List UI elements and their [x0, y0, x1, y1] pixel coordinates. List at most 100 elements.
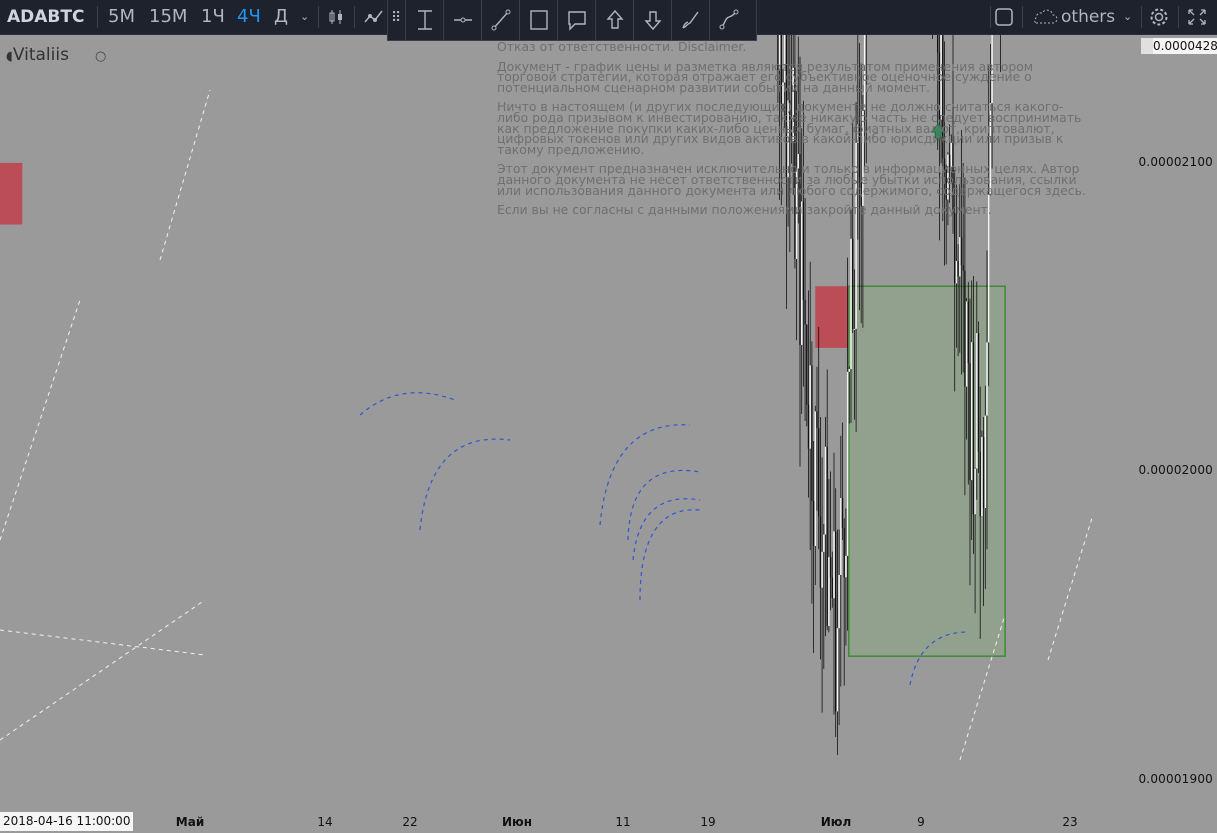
candle-body: [986, 342, 988, 416]
disclaimer-paragraph: Этот документ предназначен исключительно…: [497, 161, 1086, 198]
projection-arc: [627, 469, 701, 541]
projection-line: [0, 629, 206, 656]
time-tick-label: Май: [175, 815, 205, 829]
gear-icon[interactable]: [1148, 0, 1170, 34]
horizontal-line-tool-icon[interactable]: [443, 0, 482, 40]
candle-body: [964, 270, 966, 387]
author-icon: ◖: [6, 49, 13, 64]
candle-body: [840, 498, 842, 575]
candle-body: [833, 531, 835, 599]
candle-body: [838, 574, 840, 629]
price-axis[interactable]: 0.000019000.000020000.000021000.00002200…: [1128, 34, 1217, 810]
zone-red: [0, 162, 23, 225]
time-tick-label: 9: [917, 815, 925, 829]
candle-body: [853, 328, 856, 330]
projection-arc: [639, 509, 701, 601]
drawing-toolbar: ⠿: [387, 0, 757, 41]
rectangle-tool-icon[interactable]: [519, 0, 558, 40]
time-tick-label: Июл: [820, 815, 852, 829]
disclaimer-paragraph: Ничто в настоящем (и других последующих)…: [497, 99, 1082, 157]
candle-body: [982, 437, 985, 509]
candle-body: [804, 299, 806, 325]
author-label: Vitaliis: [12, 45, 69, 65]
candle-body: [850, 238, 852, 370]
candle-body: [821, 551, 823, 588]
drag-handle-icon[interactable]: ⠿: [391, 10, 401, 26]
candle-body: [981, 437, 983, 517]
projection-line: [159, 89, 211, 261]
time-cursor-label: 2018-04-16 11:00:00: [0, 812, 134, 831]
candle-body: [843, 528, 845, 578]
candle-body: [977, 333, 980, 452]
fullscreen-toggle-icon[interactable]: [994, 0, 1014, 34]
price-tick-label: 0.00001900: [1138, 771, 1213, 786]
chevron-down-icon[interactable]: ⌄: [300, 0, 309, 34]
candle-body: [807, 404, 810, 449]
time-tick-label: 23: [1062, 815, 1078, 829]
candle-body: [826, 446, 828, 626]
divider: [1022, 6, 1023, 28]
candle-body: [979, 451, 981, 517]
indicators-icon[interactable]: [362, 0, 386, 34]
projection-line: [0, 599, 206, 741]
price-tick-label: 0.00002100: [1138, 154, 1213, 169]
candle-body: [824, 446, 827, 535]
candle-body: [812, 501, 815, 546]
arrow-down-tool-icon[interactable]: [633, 0, 672, 40]
interval-4h[interactable]: 4Ч: [237, 0, 261, 34]
interval-1d[interactable]: Д: [274, 0, 288, 34]
eye-icon[interactable]: ○: [95, 49, 106, 64]
candle-body: [823, 534, 825, 552]
author-name: ◖Vitaliis ○: [6, 45, 106, 65]
disclaimer-heading: Отказ от ответственности. Disclaimer.: [497, 39, 747, 54]
time-tick-label: Июн: [502, 815, 532, 829]
interval-1h[interactable]: 1Ч: [201, 0, 225, 34]
candles-icon[interactable]: [327, 0, 345, 34]
interval-5m[interactable]: 5M: [108, 0, 135, 34]
time-axis[interactable]: Май 14 22 Июн 11 19 Июл 9 23 2018-04-16 11:00:00: [0, 810, 1128, 833]
divider: [354, 6, 355, 28]
projection-line: [0, 299, 81, 541]
projection-arc: [632, 498, 701, 561]
candle-body: [806, 324, 808, 405]
path-tool-icon[interactable]: [709, 0, 748, 40]
arrow-up-tool-icon[interactable]: [595, 0, 634, 40]
candle-body: [971, 342, 973, 481]
disclaimer-text: Отказ от ответственности. Disclaimer. До…: [497, 39, 1087, 225]
candle-body: [969, 363, 971, 481]
projection-arc: [359, 392, 456, 416]
projection-arc: [419, 438, 511, 531]
callout-tool-icon[interactable]: [557, 0, 596, 40]
candle-body: [959, 237, 961, 277]
divider: [97, 6, 98, 28]
projection-line: [1047, 517, 1093, 661]
candle-body: [960, 237, 963, 266]
time-tick-label: 19: [700, 815, 716, 829]
candle-body: [816, 411, 818, 428]
brush-tool-icon[interactable]: [671, 0, 710, 40]
expand-icon[interactable]: [1186, 0, 1208, 34]
time-tick-label: 22: [402, 815, 418, 829]
candle-body: [829, 557, 832, 578]
candle-body: [831, 577, 833, 599]
candle-body: [955, 260, 958, 284]
cloud-icon[interactable]: [1030, 0, 1058, 34]
candle-body: [841, 498, 844, 529]
projection-arc: [599, 424, 691, 526]
zone-red: [815, 286, 849, 348]
candle-body: [811, 365, 813, 502]
text-cursor-tool-icon[interactable]: [405, 0, 444, 40]
trend-line-tool-icon[interactable]: [481, 0, 520, 40]
candle-body: [846, 371, 849, 556]
interval-15m[interactable]: 15M: [149, 0, 187, 34]
symbol-selector[interactable]: ADABTC: [7, 0, 84, 34]
candle-body: [965, 301, 968, 387]
candle-body: [819, 516, 822, 588]
candle-body: [974, 468, 976, 515]
time-tick-label: 14: [317, 815, 333, 829]
candle-body: [848, 369, 850, 372]
chevron-down-icon[interactable]: ⌄: [1123, 0, 1132, 34]
price-tick-label: 0.00002000: [1138, 463, 1213, 478]
layout-name[interactable]: others: [1061, 0, 1115, 34]
candle-body: [818, 427, 820, 517]
